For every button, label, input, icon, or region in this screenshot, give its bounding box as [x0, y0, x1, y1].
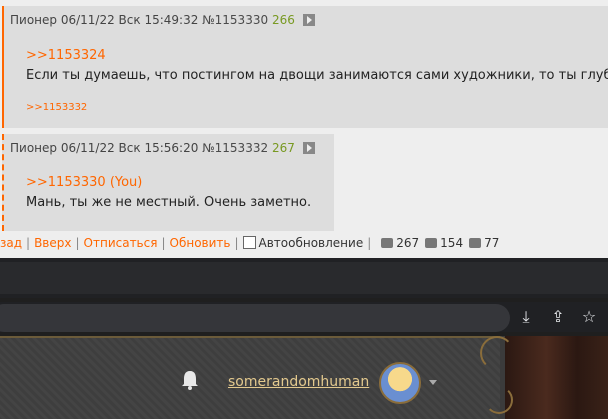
bookmark-star-icon[interactable]: ☆	[580, 308, 598, 326]
tab-strip	[0, 258, 608, 298]
username-link[interactable]: somerandomhuman	[228, 374, 369, 390]
refresh-link[interactable]: Обновить	[170, 236, 231, 250]
chevron-down-icon[interactable]	[429, 380, 437, 385]
reply-link[interactable]: >>1153324	[26, 48, 106, 63]
images-count: 154	[440, 236, 464, 250]
post-1153330: Пионер 06/11/22 Вск 15:49:32 №1153330 26…	[2, 6, 608, 128]
up-link[interactable]: Вверх	[34, 236, 71, 250]
post-count: 267	[271, 141, 295, 155]
post-1153332: Пионер 06/11/22 Вск 15:56:20 №1153332 26…	[2, 134, 334, 231]
users-count: 77	[484, 236, 500, 250]
download-icon[interactable]: ⤓	[517, 308, 535, 326]
images-icon	[425, 238, 438, 248]
back-link[interactable]: зад	[0, 236, 22, 250]
post-count: 266	[271, 13, 295, 27]
posts-count: 267	[396, 236, 420, 250]
share-icon[interactable]: ⇪	[549, 308, 567, 326]
post-menu-icon[interactable]	[302, 142, 315, 154]
post-text: Мань, ты же не местный. Очень заметно.	[26, 195, 312, 210]
autoupdate-checkbox[interactable]	[242, 236, 256, 249]
backref-link[interactable]: >>1153332	[26, 102, 87, 113]
post-number[interactable]: №1153332	[202, 141, 268, 155]
thread-board: Пионер 06/11/22 Вск 15:49:32 №1153330 26…	[0, 0, 608, 258]
bell-icon[interactable]	[180, 369, 200, 391]
ornament-icon	[480, 336, 514, 370]
autoupdate-label: Автообновление	[258, 236, 364, 250]
post-text: Если ты думаешь, что постингом на двощи …	[26, 68, 608, 83]
avatar[interactable]	[379, 362, 421, 404]
post-number[interactable]: №1153330	[202, 13, 268, 27]
post-author: Пионер	[10, 141, 58, 155]
browser-chrome: ⤓ ⇪ ☆	[0, 258, 608, 336]
post-datetime: 06/11/22 Вск 15:56:20	[60, 141, 199, 155]
unsubscribe-link[interactable]: Отписаться	[84, 236, 158, 250]
post-header: Пионер 06/11/22 Вск 15:49:32 №1153330 26…	[10, 13, 315, 27]
posts-icon	[381, 238, 394, 248]
post-menu-icon[interactable]	[302, 14, 315, 26]
address-field[interactable]	[0, 304, 510, 332]
post-header: Пионер 06/11/22 Вск 15:56:20 №1153332 26…	[10, 141, 315, 155]
post-author: Пионер	[10, 13, 58, 27]
post-datetime: 06/11/22 Вск 15:49:32	[60, 13, 199, 27]
users-icon	[469, 238, 482, 248]
site-header: somerandomhuman	[0, 336, 608, 419]
tab-bar	[0, 262, 608, 294]
thread-nav-bar: зад | Вверх | Отписаться | Обновить | Автообновл…	[0, 236, 500, 250]
ornament-icon	[485, 386, 513, 414]
wood-border	[505, 336, 608, 419]
reply-link[interactable]: >>1153330 (You)	[26, 175, 142, 190]
